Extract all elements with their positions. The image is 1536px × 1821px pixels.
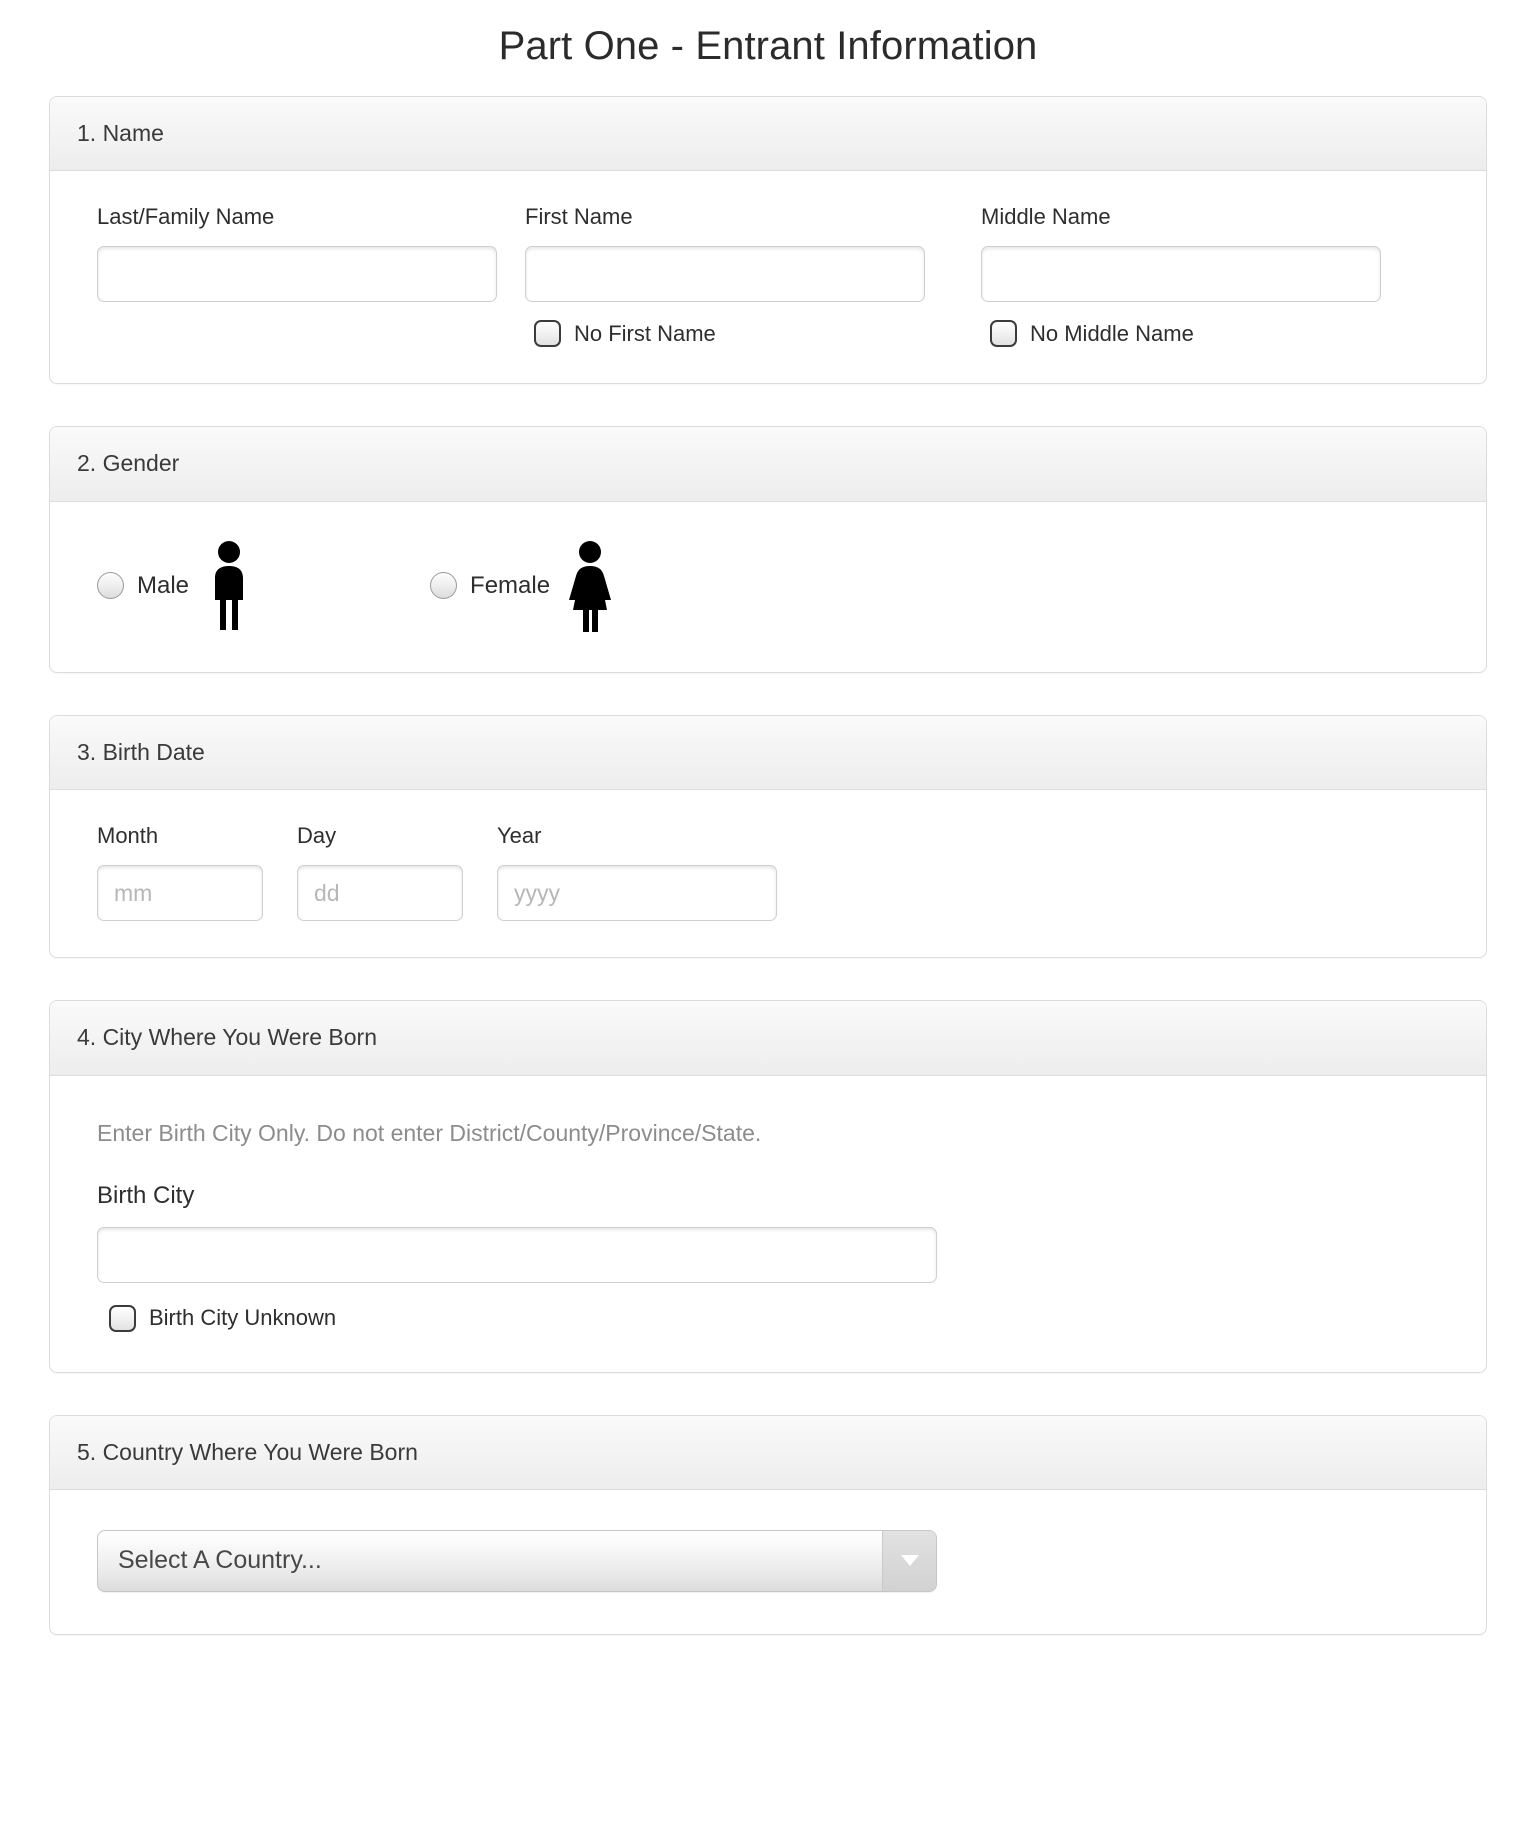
no-first-name-row[interactable]: No First Name — [534, 320, 925, 347]
name-fields-row: Last/Family Name First Name No First Nam… — [97, 205, 1459, 347]
birth-city-unknown-checkbox[interactable] — [109, 1305, 136, 1332]
birth-city-unknown-label: Birth City Unknown — [149, 1307, 336, 1329]
section-name-body: Last/Family Name First Name No First Nam… — [50, 171, 1486, 383]
chevron-down-icon — [901, 1555, 919, 1566]
female-radio[interactable] — [430, 572, 457, 599]
male-pictogram-icon — [206, 540, 252, 632]
section-birth-date: 3. Birth Date Month Day Year — [49, 715, 1487, 958]
middle-name-input[interactable] — [981, 246, 1381, 302]
section-gender: 2. Gender Male Female — [49, 426, 1487, 672]
section-birth-country-header: 5. Country Where You Were Born — [50, 1416, 1486, 1490]
section-gender-header: 2. Gender — [50, 427, 1486, 501]
female-label: Female — [470, 574, 550, 598]
day-group: Day — [297, 824, 497, 921]
section-birth-city-header: 4. City Where You Were Born — [50, 1001, 1486, 1075]
month-label: Month — [97, 824, 297, 848]
no-middle-name-label: No Middle Name — [1030, 323, 1194, 345]
section-name-header: 1. Name — [50, 97, 1486, 171]
birth-city-hint: Enter Birth City Only. Do not enter Dist… — [97, 1120, 1459, 1148]
section-gender-body: Male Female — [50, 502, 1486, 672]
country-select-arrow-button[interactable] — [882, 1531, 936, 1591]
no-first-name-checkbox[interactable] — [534, 320, 561, 347]
section-birth-date-body: Month Day Year — [50, 790, 1486, 957]
first-name-label: First Name — [525, 205, 925, 229]
middle-name-label: Middle Name — [981, 205, 1381, 229]
birth-city-input[interactable] — [97, 1227, 937, 1283]
day-label: Day — [297, 824, 497, 848]
section-birth-country-body: Select A Country... — [50, 1490, 1486, 1634]
year-label: Year — [497, 824, 797, 848]
birth-city-label: Birth City — [97, 1183, 1459, 1209]
middle-name-group: Middle Name No Middle Name — [981, 205, 1381, 347]
year-group: Year — [497, 824, 797, 921]
section-birth-country: 5. Country Where You Were Born Select A … — [49, 1415, 1487, 1635]
first-name-input[interactable] — [525, 246, 925, 302]
gender-option-male[interactable]: Male — [97, 540, 252, 632]
male-radio[interactable] — [97, 572, 124, 599]
female-pictogram-icon — [567, 540, 613, 632]
page-title: Part One - Entrant Information — [0, 22, 1536, 70]
section-birth-city-body: Enter Birth City Only. Do not enter Dist… — [50, 1076, 1486, 1372]
month-group: Month — [97, 824, 297, 921]
country-select[interactable]: Select A Country... — [97, 1530, 937, 1592]
no-first-name-label: No First Name — [574, 323, 716, 345]
birth-date-row: Month Day Year — [97, 824, 1459, 921]
birth-city-unknown-row[interactable]: Birth City Unknown — [109, 1305, 1459, 1332]
form-page: Part One - Entrant Information 1. Name L… — [0, 22, 1536, 1717]
section-name: 1. Name Last/Family Name First Name No F… — [49, 96, 1487, 384]
last-name-group: Last/Family Name — [97, 205, 497, 347]
last-name-label: Last/Family Name — [97, 205, 497, 229]
first-name-group: First Name No First Name — [525, 205, 925, 347]
section-birth-city: 4. City Where You Were Born Enter Birth … — [49, 1000, 1487, 1372]
male-label: Male — [137, 574, 189, 598]
section-birth-date-header: 3. Birth Date — [50, 716, 1486, 790]
gender-option-female[interactable]: Female — [430, 540, 613, 632]
day-input[interactable] — [297, 865, 463, 921]
year-input[interactable] — [497, 865, 777, 921]
month-input[interactable] — [97, 865, 263, 921]
last-name-input[interactable] — [97, 246, 497, 302]
no-middle-name-row[interactable]: No Middle Name — [990, 320, 1381, 347]
country-select-value: Select A Country... — [98, 1548, 322, 1573]
no-middle-name-checkbox[interactable] — [990, 320, 1017, 347]
